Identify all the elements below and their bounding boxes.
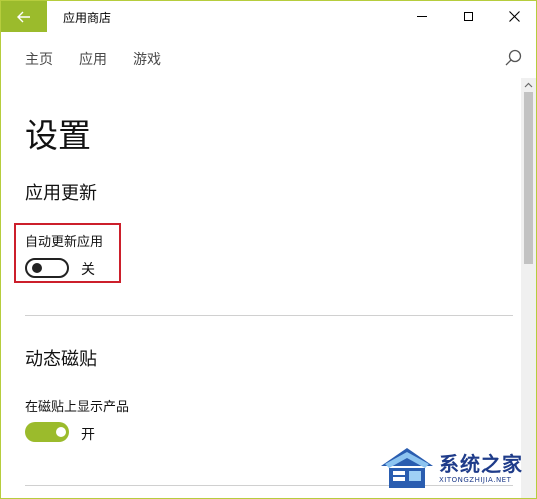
nav-apps[interactable]: 应用: [79, 49, 107, 69]
minimize-icon: [417, 16, 427, 17]
top-nav: 主页 应用 游戏: [1, 41, 536, 75]
maximize-icon: [463, 12, 473, 21]
search-icon: [505, 49, 522, 66]
close-button[interactable]: [491, 1, 536, 32]
title-bar: 应用商店: [1, 1, 536, 32]
nav-games[interactable]: 游戏: [133, 49, 161, 69]
nav-home[interactable]: 主页: [25, 49, 53, 69]
search-button[interactable]: [501, 47, 525, 69]
app-title: 应用商店: [63, 11, 112, 25]
divider: [25, 315, 513, 316]
arrow-left-icon: [17, 11, 30, 22]
watermark: 系统之家 XITONGZHIJIA.NET: [377, 442, 533, 494]
maximize-button[interactable]: [445, 1, 491, 32]
back-button[interactable]: [1, 1, 47, 32]
vertical-scrollbar[interactable]: [521, 78, 536, 498]
toggle-knob: [56, 427, 66, 437]
minimize-button[interactable]: [399, 1, 445, 32]
page-title: 设置: [25, 116, 91, 155]
watermark-text: 系统之家: [439, 452, 523, 476]
close-icon: [508, 11, 520, 22]
store-window: 应用商店 主页 应用 游戏 设置 应用更新 自动更新应用 关 动态磁贴 在磁贴上…: [0, 0, 537, 499]
show-products-toggle[interactable]: [25, 422, 69, 442]
scroll-up-icon[interactable]: [521, 80, 536, 90]
highlight-box: [14, 223, 121, 283]
section-title-live-tiles: 动态磁贴: [25, 349, 97, 370]
scroll-thumb[interactable]: [524, 92, 533, 264]
watermark-url: XITONGZHIJIA.NET: [439, 476, 512, 484]
show-products-state: 开: [81, 427, 95, 443]
section-title-app-updates: 应用更新: [25, 183, 97, 204]
show-products-label: 在磁贴上显示产品: [25, 400, 130, 415]
house-logo-icon: [381, 448, 433, 488]
